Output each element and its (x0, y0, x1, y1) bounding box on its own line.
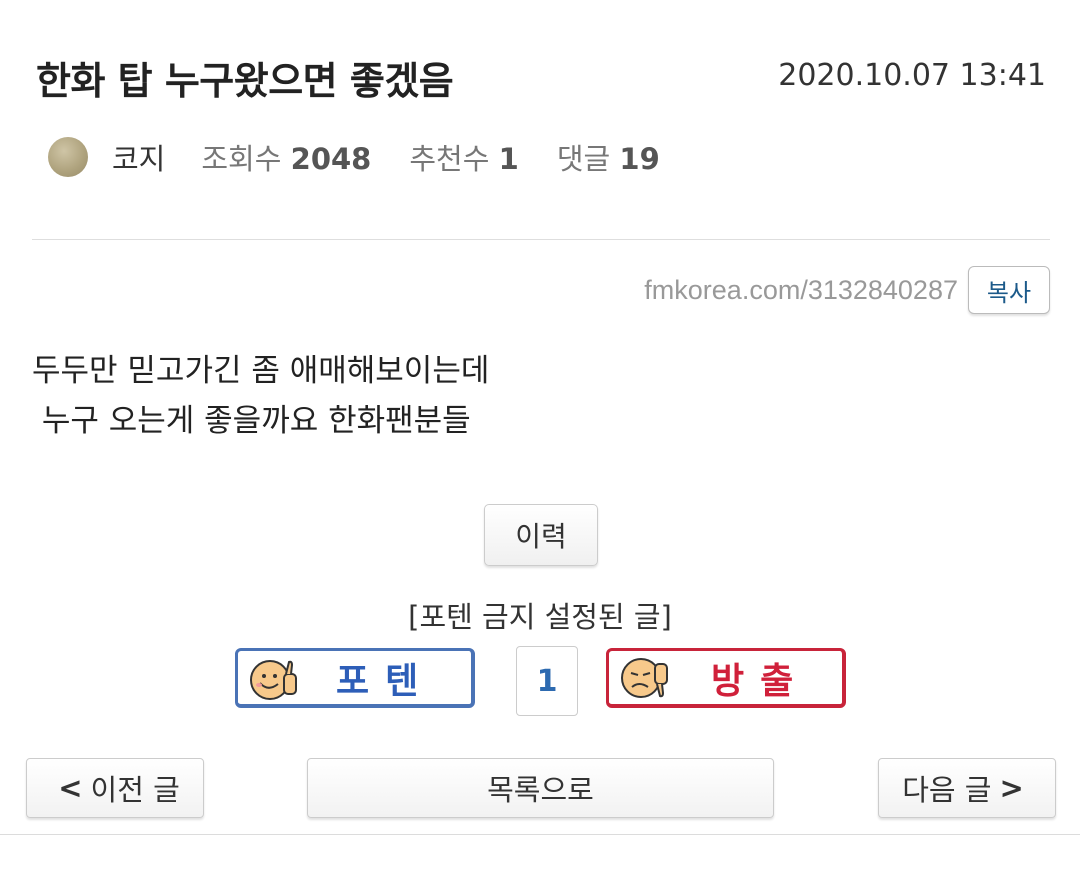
upvote-label: 포텐 (336, 660, 435, 702)
content-line: 누구 오는게 좋을까요 한화팬분들 (32, 403, 471, 439)
copy-url-button[interactable]: 복사 (968, 266, 1050, 314)
chevron-left-icon: < (58, 771, 83, 805)
bottom-divider (0, 834, 1080, 835)
upvote-button[interactable]: 포텐 (235, 648, 475, 708)
smiley-thumbs-down-icon (621, 657, 668, 698)
view-count-value: 2048 (290, 142, 372, 176)
previous-post-button[interactable]: < 이전 글 (26, 758, 204, 818)
comment-count[interactable]: 댓글 19 (557, 136, 660, 178)
header-divider (32, 239, 1050, 240)
back-to-list-label: 목록으로 (487, 773, 594, 807)
content-line: 두두만 믿고가긴 좀 애매해보이는데 (32, 353, 490, 389)
post-date: 2020.10.07 13:41 (778, 58, 1046, 93)
next-post-button[interactable]: 다음 글 > (878, 758, 1056, 818)
history-button[interactable]: 이력 (484, 504, 598, 566)
comment-count-value: 19 (619, 142, 660, 176)
recommend-count-label: 추천수 (409, 142, 490, 176)
view-count: 조회수 2048 (201, 136, 371, 178)
chevron-right-icon: > (999, 771, 1024, 805)
smiley-thumbs-up-icon (250, 659, 297, 700)
view-count-label: 조회수 (201, 142, 282, 176)
recommend-count-value: 1 (498, 142, 519, 176)
potent-restriction-note: [포텐 금지 설정된 글] (408, 600, 672, 634)
previous-post-label: 이전 글 (90, 773, 180, 807)
downvote-button[interactable]: 방출 (606, 648, 846, 708)
post-title: 한화 탑 누구왔으면 좋겠음 (36, 59, 454, 103)
author-name[interactable]: 코지 (112, 136, 165, 178)
recommend-count: 추천수 1 (409, 136, 518, 178)
post-meta: 코지 조회수 2048 추천수 1 댓글 19 (48, 134, 698, 180)
post-url[interactable]: fmkorea.com/3132840287 (644, 275, 958, 306)
back-to-list-button[interactable]: 목록으로 (307, 758, 774, 818)
comment-count-label: 댓글 (556, 142, 611, 176)
next-post-label: 다음 글 (902, 773, 992, 807)
downvote-label: 방출 (711, 660, 810, 702)
avatar[interactable] (48, 137, 88, 177)
post-url-row: fmkorea.com/3132840287 복사 (644, 266, 1050, 314)
post-content: 두두만 믿고가긴 좀 애매해보이는데 누구 오는게 좋을까요 한화팬분들 (32, 346, 489, 446)
vote-count: 1 (516, 646, 578, 716)
